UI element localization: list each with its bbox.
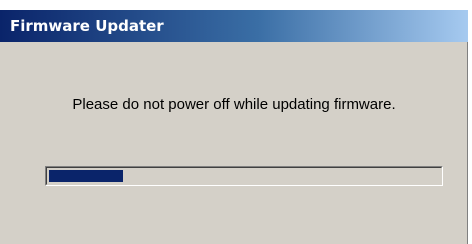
progress-bar [45,166,443,186]
progress-bar-well [46,167,442,185]
progress-fill [49,170,123,182]
window-title: Firmware Updater [10,17,164,35]
title-bar[interactable]: Firmware Updater [0,10,468,42]
firmware-updater-window [0,10,468,244]
status-message: Please do not power off while updating f… [72,96,396,113]
